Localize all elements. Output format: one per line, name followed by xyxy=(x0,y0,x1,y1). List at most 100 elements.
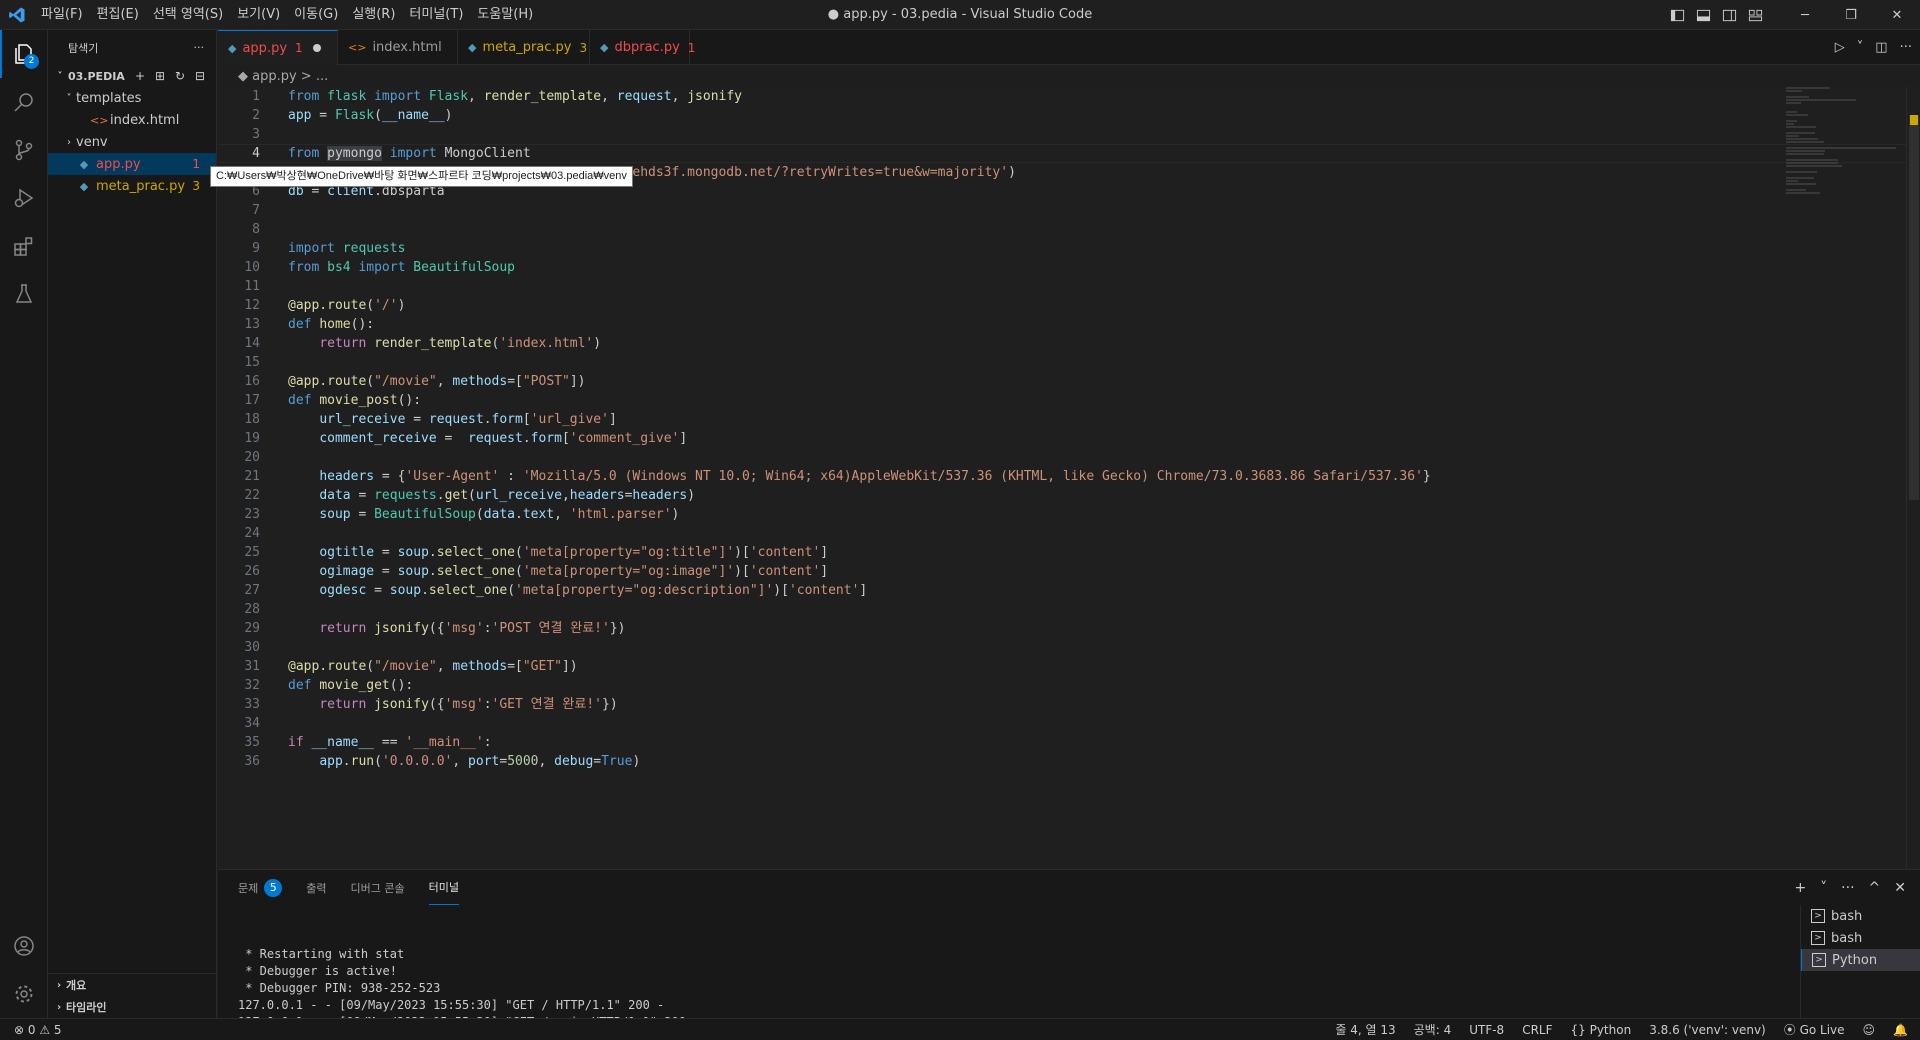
search-icon[interactable] xyxy=(0,78,48,126)
tab-app-py[interactable]: ◆ app.py 1 xyxy=(218,30,338,65)
tab-dbprac-py[interactable]: ◆ dbprac.py 1 xyxy=(590,30,695,65)
scroll-thumb[interactable] xyxy=(1909,115,1919,500)
line-number: 13 xyxy=(244,317,260,332)
outline-section[interactable]: › 개요 xyxy=(48,974,217,996)
timeline-section[interactable]: › 타임라인 xyxy=(48,996,217,1018)
source-control-icon[interactable] xyxy=(0,126,48,174)
explorer-icon[interactable]: 2 xyxy=(0,30,48,78)
toggle-panel-icon[interactable] xyxy=(1690,0,1716,30)
code-line: 20 xyxy=(218,448,1920,467)
bottom-panel: 문제 5 출력 디버그 콘솔 터미널 + ˅ ··· ^ ✕ * Restarting with… xyxy=(218,869,1920,1029)
toggle-secondary-sidebar-icon[interactable] xyxy=(1716,0,1742,30)
run-file-icon[interactable]: ▷ xyxy=(1835,40,1845,55)
feedback-icon[interactable]: ☺ xyxy=(1863,1023,1876,1037)
testing-flask-icon[interactable] xyxy=(0,270,48,318)
tree-item[interactable]: › venv xyxy=(48,131,216,153)
title-bar: 파일(F) 편집(E) 선택 영역(S) 보기(V) 이동(G) 실행(R) 터미널(T) 도… xyxy=(0,0,1920,30)
panel-tabs: 문제 5 출력 디버그 콘솔 터미널 xyxy=(218,870,1920,905)
unsaved-dot-icon[interactable] xyxy=(312,44,321,52)
code-line: 4 from pymongo import MongoClient xyxy=(218,144,1920,163)
close-window-button[interactable]: ✕ xyxy=(1874,0,1920,30)
minimap[interactable] xyxy=(1786,87,1906,869)
folder-name: 03.PEDIA xyxy=(68,69,125,83)
panel-more-icon[interactable]: ··· xyxy=(1841,880,1854,896)
split-editor-icon[interactable]: ◫ xyxy=(1875,40,1887,55)
workspace-folder[interactable]: ˅ 03.PEDIA + ⊞ ↻ ⊟ xyxy=(48,65,216,87)
tree-item[interactable]: ◆ app.py 1 xyxy=(48,153,216,175)
menu-item-7[interactable]: 도움말(H) xyxy=(470,0,540,30)
panel-tab-1[interactable]: 출력 xyxy=(306,870,326,905)
extensions-icon[interactable] xyxy=(0,222,48,270)
menu-item-5[interactable]: 실행(R) xyxy=(345,0,402,30)
editor-scrollbar[interactable] xyxy=(1906,87,1920,869)
explorer-more-icon[interactable]: ··· xyxy=(194,41,205,54)
cursor-position[interactable]: 줄 4, 열 13 xyxy=(1335,1021,1395,1038)
language-mode[interactable]: {} Python xyxy=(1571,1023,1632,1037)
tab-index-html[interactable]: <> index.html xyxy=(338,30,458,65)
terminal-instance[interactable]: > bash xyxy=(1801,905,1920,927)
python-interpreter[interactable]: 3.8.6 ('venv': venv) xyxy=(1649,1023,1766,1037)
breadcrumb[interactable]: ◆ app.py > ... xyxy=(218,65,328,87)
line-number: 22 xyxy=(244,488,260,503)
line-number: 19 xyxy=(244,431,260,446)
tree-item[interactable]: ˅ templates xyxy=(48,87,216,109)
indent-spaces[interactable]: 공백: 4 xyxy=(1414,1021,1452,1038)
tree-item[interactable]: <> index.html xyxy=(48,109,216,131)
terminal-instance[interactable]: > bash xyxy=(1801,927,1920,949)
code-text: def movie_get(): xyxy=(288,678,414,693)
settings-gear-icon[interactable] xyxy=(0,970,48,1018)
tab-meta_prac-py[interactable]: ◆ meta_prac.py 3 xyxy=(458,30,590,65)
customize-layout-icon[interactable] xyxy=(1742,0,1768,30)
terminal-name: bash xyxy=(1831,930,1863,946)
menu-item-3[interactable]: 보기(V) xyxy=(230,0,287,30)
refresh-icon[interactable]: ↻ xyxy=(172,69,188,83)
panel-tab-2[interactable]: 디버그 콘솔 xyxy=(351,870,405,905)
editor-actions: ▷ ˅ ◫ ··· xyxy=(1835,30,1920,64)
menu-bar: 파일(F) 편집(E) 선택 영역(S) 보기(V) 이동(G) 실행(R) 터미널(T) 도… xyxy=(34,0,540,30)
terminal-icon: > xyxy=(1812,953,1826,967)
code-line: 13 def home(): xyxy=(218,315,1920,334)
new-folder-icon[interactable]: ⊞ xyxy=(152,69,168,83)
folder-tools: + ⊞ ↻ ⊟ xyxy=(132,69,216,83)
maximize-panel-icon[interactable]: ^ xyxy=(1869,880,1881,896)
menu-item-2[interactable]: 선택 영역(S) xyxy=(146,0,230,30)
terminal-instance[interactable]: > Python xyxy=(1801,949,1920,971)
panel-tab-3[interactable]: 터미널 xyxy=(428,870,459,905)
line-number: 33 xyxy=(244,697,260,712)
maximize-button[interactable]: ❐ xyxy=(1828,0,1874,30)
terminal-dropdown-icon[interactable]: ˅ xyxy=(1820,880,1827,896)
menu-item-1[interactable]: 편집(E) xyxy=(90,0,146,30)
code-line: 14 return render_template('index.html') xyxy=(218,334,1920,353)
new-file-icon[interactable]: + xyxy=(132,69,148,83)
line-number: 11 xyxy=(244,279,260,294)
code-line: 32 def movie_get(): xyxy=(218,676,1920,695)
menu-item-0[interactable]: 파일(F) xyxy=(34,0,90,30)
code-text: @app.route("/movie", methods=["POST"]) xyxy=(288,374,586,389)
run-dropdown-icon[interactable]: ˅ xyxy=(1857,40,1864,55)
tree-item[interactable]: ◆ meta_prac.py 3 xyxy=(48,175,216,197)
menu-item-6[interactable]: 터미널(T) xyxy=(402,0,470,30)
end-of-line[interactable]: CRLF xyxy=(1522,1023,1552,1037)
minimize-button[interactable]: ─ xyxy=(1782,0,1828,30)
code-editor[interactable]: 1 from flask import Flask, render_templat… xyxy=(218,87,1920,869)
notifications-bell-icon[interactable]: 🔔 xyxy=(1893,1023,1908,1037)
go-live-button[interactable]: ⦿ Go Live xyxy=(1784,1021,1845,1038)
accounts-icon[interactable] xyxy=(0,922,48,970)
run-debug-icon[interactable] xyxy=(0,174,48,222)
outline-label: 개요 xyxy=(66,979,87,992)
toggle-primary-sidebar-icon[interactable] xyxy=(1664,0,1690,30)
new-terminal-icon[interactable]: + xyxy=(1794,880,1806,896)
more-actions-icon[interactable]: ··· xyxy=(1900,40,1912,55)
problems-status[interactable]: ⊗ 0 ⚠ 5 xyxy=(14,1023,62,1037)
close-panel-icon[interactable]: ✕ xyxy=(1894,880,1906,896)
code-line: 22 data = requests.get(url_receive,heade… xyxy=(218,486,1920,505)
collapse-all-icon[interactable]: ⊟ xyxy=(192,69,208,83)
file-encoding[interactable]: UTF-8 xyxy=(1469,1023,1504,1037)
menu-item-4[interactable]: 이동(G) xyxy=(287,0,345,30)
line-number: 35 xyxy=(244,735,260,750)
panel-tab-0[interactable]: 문제 5 xyxy=(238,870,283,905)
code-text: url_receive = request.form['url_give'] xyxy=(319,412,617,427)
code-line: 16 @app.route("/movie", methods=["POST"]) xyxy=(218,372,1920,391)
file-tree: ˅ templates <> index.html › venv ◆ app.py 1 ◆ meta… xyxy=(48,87,216,197)
